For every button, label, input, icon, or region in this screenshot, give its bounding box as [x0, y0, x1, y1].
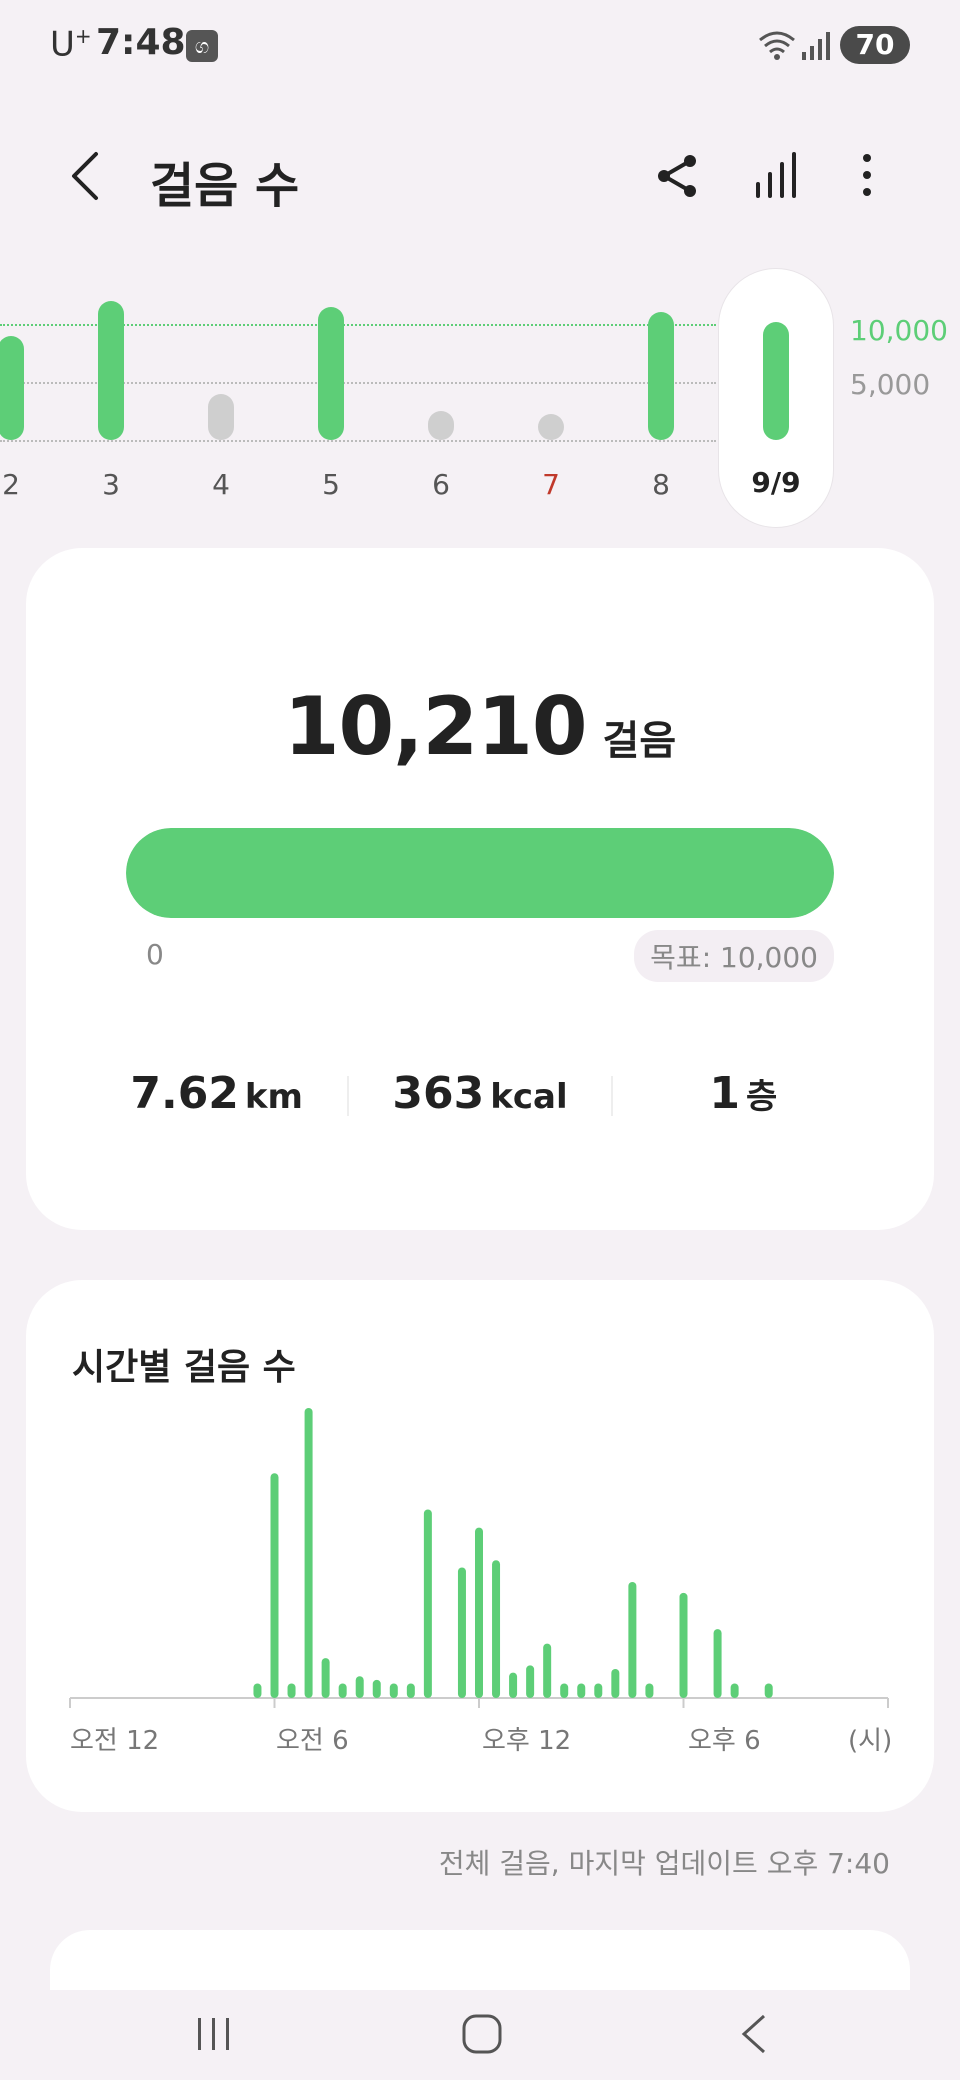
day-label: 5 — [322, 468, 340, 501]
back-arrow-icon[interactable] — [62, 148, 110, 204]
next-card — [50, 1930, 910, 1990]
day-bar[interactable] — [538, 414, 564, 440]
hourly-bar — [287, 1683, 296, 1698]
share-icon[interactable] — [654, 152, 700, 200]
calories-unit: kcal — [490, 1077, 568, 1117]
day-bar[interactable] — [428, 411, 454, 440]
steps-unit: 걸음 — [602, 718, 677, 764]
floors-value: 1 — [709, 1068, 740, 1119]
goal-pill[interactable]: 목표: 10,000 — [634, 930, 834, 982]
steps-progress-fill — [126, 828, 834, 918]
hourly-bar — [355, 1676, 364, 1698]
day-label: 6 — [432, 468, 450, 501]
distance-metric: 7.62 km — [86, 1068, 347, 1128]
day-label: 3 — [102, 468, 120, 501]
day-bar[interactable] — [318, 306, 344, 440]
status-time: 7:48 — [96, 22, 186, 63]
hourly-bar — [526, 1665, 535, 1698]
day-bar[interactable] — [648, 312, 674, 440]
hourly-bar — [253, 1683, 262, 1698]
battery-indicator: 70 — [840, 26, 910, 64]
hourly-bar — [560, 1683, 569, 1698]
hourly-bar — [679, 1592, 688, 1698]
hourly-bar — [406, 1683, 415, 1698]
hour-tick-label: 오전 6 — [276, 1726, 349, 1756]
more-vertical-icon[interactable] — [852, 150, 882, 200]
hourly-bar — [475, 1527, 483, 1698]
hourly-bar — [543, 1643, 552, 1698]
hourly-bar — [645, 1683, 654, 1698]
hourly-steps-card[interactable]: 시간별 걸음 수 오전 12 오전 6 오후 12 오후 6 (시) — [26, 1280, 934, 1812]
hourly-steps-chart — [69, 1408, 889, 1708]
signal-icon — [802, 32, 830, 60]
mid-axis-label: 5,000 — [850, 368, 931, 401]
steps-progress-bar — [126, 828, 834, 918]
wifi-icon — [759, 31, 795, 60]
hourly-bar — [338, 1683, 347, 1698]
steps-total: 10,210 걸음 — [26, 680, 934, 773]
hourly-bar — [713, 1629, 722, 1698]
hourly-bar — [423, 1509, 432, 1698]
selected-day-bar[interactable] — [763, 321, 789, 440]
day-bar[interactable] — [98, 300, 124, 440]
day-bar[interactable] — [0, 335, 24, 440]
summary-card: 10,210 걸음 0 목표: 10,000 7.62 km 363 kcal 1층 — [26, 548, 934, 1230]
hourly-bar — [628, 1582, 637, 1698]
nav-back-icon[interactable] — [736, 2012, 772, 2056]
progress-min-label: 0 — [146, 938, 164, 971]
day-label: 7 — [542, 468, 560, 501]
metrics-row: 7.62 km 363 kcal 1층 — [86, 1068, 874, 1128]
distance-value: 7.62 — [130, 1068, 239, 1119]
page-title: 걸음 수 — [150, 158, 300, 214]
day-label: 2 — [2, 468, 20, 501]
selected-day-label: 9/9 — [751, 466, 801, 499]
hourly-bar — [764, 1683, 773, 1698]
hourly-bar — [389, 1683, 398, 1698]
hourly-bar — [492, 1560, 501, 1698]
notification-icon: ග — [186, 30, 218, 62]
hourly-bar — [730, 1683, 739, 1698]
distance-unit: km — [244, 1077, 303, 1117]
hourly-bar — [457, 1567, 466, 1698]
home-icon[interactable] — [460, 2012, 504, 2056]
steps-value: 10,210 — [283, 680, 588, 773]
status-bar: U+ 7:48 ග 70 — [0, 0, 960, 90]
day-label: 8 — [652, 468, 670, 501]
base-gridline — [0, 440, 716, 442]
daily-steps-strip[interactable]: 2 3 4 5 6 7 8 9/9 10,000 5,000 — [0, 260, 960, 530]
hourly-bar — [611, 1669, 620, 1698]
calories-value: 363 — [392, 1068, 485, 1119]
recents-icon[interactable] — [192, 2012, 236, 2056]
hour-tick-label: 오전 12 — [70, 1726, 160, 1756]
hourly-bar — [372, 1679, 381, 1698]
hour-tick-label: 오후 6 — [688, 1726, 761, 1756]
navigation-bar — [0, 1990, 960, 2080]
hour-tick-label: 오후 12 — [482, 1726, 572, 1756]
carrier-label: U+ — [50, 24, 92, 65]
floors-metric: 1층 — [613, 1068, 874, 1128]
app-header: 걸음 수 — [0, 130, 960, 220]
hourly-bar — [509, 1672, 518, 1698]
hour-unit-label: (시) — [848, 1726, 893, 1756]
floors-unit: 층 — [745, 1077, 778, 1117]
hourly-bar — [304, 1408, 313, 1698]
hourly-bar — [321, 1658, 330, 1698]
day-label: 4 — [212, 468, 230, 501]
hourly-bar — [270, 1473, 279, 1698]
calories-metric: 363 kcal — [349, 1068, 610, 1128]
hourly-bar — [577, 1683, 586, 1698]
bar-chart-icon[interactable] — [752, 150, 800, 200]
update-note: 전체 걸음, 마지막 업데이트 오후 7:40 — [438, 1847, 890, 1880]
goal-axis-label: 10,000 — [850, 314, 948, 347]
day-bar[interactable] — [208, 393, 234, 440]
hourly-bar — [594, 1683, 603, 1698]
